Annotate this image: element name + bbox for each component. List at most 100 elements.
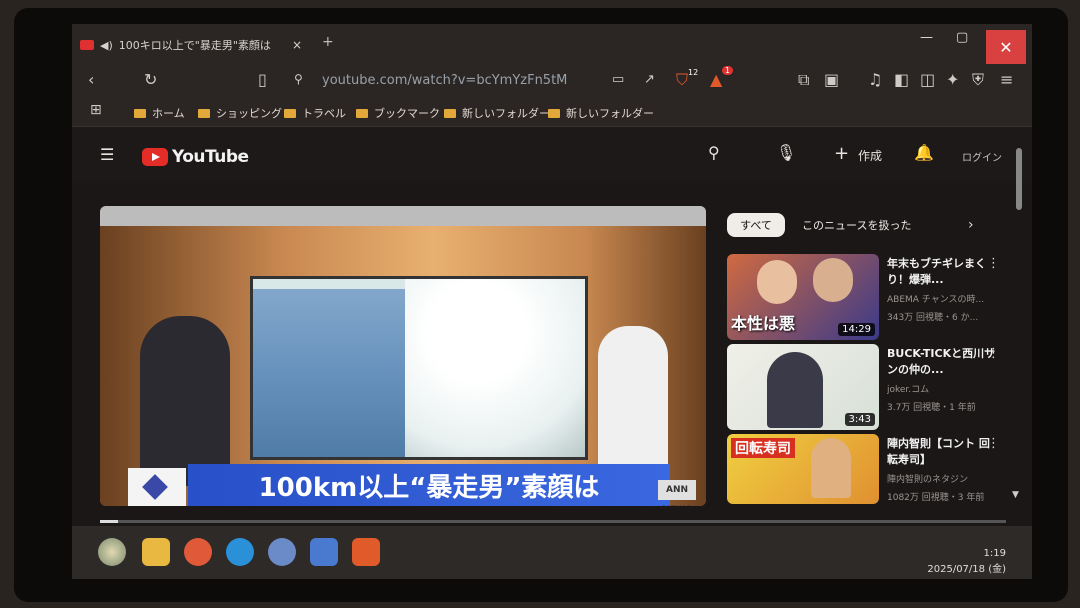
microphone-icon[interactable]: 🎙	[776, 143, 796, 162]
scroll-down-icon[interactable]: ▼	[1012, 490, 1019, 500]
clock-date: 2025/07/18 (金)	[927, 564, 1006, 575]
folder-icon	[134, 108, 146, 118]
settings-icon[interactable]	[268, 538, 296, 566]
studio-monitor	[250, 276, 588, 460]
video-duration: 3:43	[844, 413, 875, 426]
bookmark-folder[interactable]: ブックマーク	[356, 105, 440, 121]
system-clock[interactable]: 1:19 2025/07/18 (金)	[927, 546, 1006, 578]
thumbnail-person	[811, 438, 851, 498]
close-window-button[interactable]: ✕	[986, 30, 1026, 64]
search-icon[interactable]: ⚲	[708, 143, 720, 162]
create-button[interactable]: 作成	[858, 147, 882, 164]
ann-news-logo: ANN NEWS	[658, 480, 696, 506]
video-caption: 100km以上“暴走男”素顔は	[188, 464, 670, 506]
police-footage	[253, 289, 423, 457]
bookmark-label: ホーム	[152, 107, 185, 120]
channel-name[interactable]: ABEMA チャンスの時...	[887, 292, 997, 305]
bookmark-icon[interactable]: ▯	[258, 70, 267, 89]
filter-chip-all[interactable]: すべて	[727, 213, 785, 237]
reload-icon[interactable]: ↻	[144, 70, 157, 89]
vivaldi-icon[interactable]	[184, 538, 212, 566]
cast-icon[interactable]: ▭	[612, 72, 624, 87]
thumbnail-face	[813, 258, 853, 302]
more-options-icon[interactable]: ⋮	[987, 346, 1000, 361]
video-meta: 3.7万 回視聴・1 年前	[887, 403, 976, 413]
menu-icon[interactable]: ≡	[1000, 70, 1013, 89]
page-scrollbar[interactable]	[1016, 148, 1022, 210]
remote-desktop-icon[interactable]	[310, 538, 338, 566]
news-channel-logo	[128, 468, 186, 506]
minimize-button[interactable]: —	[920, 30, 933, 45]
extensions-icon[interactable]: ⧉	[798, 70, 809, 90]
video-title[interactable]: 陣内智則【コント 回転寿司】	[887, 436, 997, 468]
youtube-favicon-icon	[80, 40, 94, 50]
maximize-button[interactable]: ▢	[956, 30, 968, 45]
file-explorer-icon[interactable]	[142, 538, 170, 566]
video-title[interactable]: 年末もブチギレまくり！爆弾...	[887, 256, 997, 288]
bookmark-label: トラベル	[302, 107, 346, 120]
back-icon[interactable]: ‹	[88, 70, 94, 89]
bookmark-label: ショッピング	[216, 107, 282, 120]
recommendation-item[interactable]: 本性は悪 14:29 年末もブチギレまくり！爆弾... ABEMA チャンスの時…	[727, 254, 1017, 342]
tab-title: 100キロ以上で"暴走男"素顔は	[118, 39, 271, 52]
youtube-logo-text: YouTube	[172, 147, 249, 167]
start-button-icon[interactable]	[98, 538, 126, 566]
channel-name[interactable]: joker.コム	[887, 382, 997, 395]
bookmark-folder[interactable]: ショッピング	[198, 105, 282, 121]
brave-browser-icon[interactable]	[352, 538, 380, 566]
youtube-logo[interactable]: YouTube	[142, 147, 249, 167]
channel-name[interactable]: 陣内智則のネタジン	[887, 472, 997, 485]
video-player[interactable]: 100km以上“暴走男”素顔は ANN NEWS	[100, 206, 706, 506]
bookmark-label: ブックマーク	[374, 107, 440, 120]
site-info-icon[interactable]: ⚲	[294, 72, 303, 86]
recommendation-item[interactable]: 3:43 BUCK-TICKと西川サンの仲の... joker.コム 3.7万 …	[727, 344, 1017, 432]
apps-grid-icon[interactable]: ⊞	[90, 102, 102, 118]
folder-icon	[284, 108, 296, 118]
more-options-icon[interactable]: ⋮	[987, 256, 1000, 271]
new-tab-button[interactable]: +	[322, 34, 334, 50]
notifications-bell-icon[interactable]: 🔔	[914, 143, 934, 162]
clock-time: 1:19	[983, 548, 1006, 559]
leo-ai-icon[interactable]: ✦	[946, 70, 959, 89]
thumbnail-overlay-text: 回転寿司	[731, 438, 795, 458]
recommendation-item[interactable]: 回転寿司 陣内智則【コント 回転寿司】 陣内智則のネタジン 1082万 回視聴・…	[727, 434, 1017, 522]
bookmark-folder[interactable]: ホーム	[134, 105, 185, 121]
folder-icon	[548, 108, 560, 118]
filter-chip-related[interactable]: このニュースを扱った	[802, 217, 911, 233]
wallet-icon[interactable]: ▣	[824, 70, 839, 89]
video-thumbnail[interactable]: 回転寿司	[727, 434, 879, 504]
youtube-header: ☰ YouTube ⚲ 🎙 + 作成 🔔 ログイン	[72, 127, 1032, 183]
login-button[interactable]: ログイン	[962, 149, 1002, 164]
browser-tab[interactable]: ◀) 100キロ以上で"暴走男"素顔は ×	[80, 30, 310, 60]
folder-icon	[356, 108, 368, 118]
hamburger-menu-icon[interactable]: ☰	[100, 145, 114, 164]
address-bar[interactable]: youtube.com/watch?v=bcYmYzFn5tM	[322, 73, 567, 88]
taskbar: 1:19 2025/07/18 (金)	[72, 526, 1032, 579]
caption-text: 100km以上“暴走男”素顔は	[258, 472, 600, 503]
downloads-icon[interactable]: ◫	[920, 70, 935, 89]
sidebar-icon[interactable]: ◧	[894, 70, 909, 89]
tab-close-button[interactable]: ×	[292, 38, 302, 52]
chevron-right-icon[interactable]: ›	[968, 217, 974, 233]
video-thumbnail[interactable]: 3:43	[727, 344, 879, 430]
speaker-icon[interactable]: ◀)	[100, 39, 113, 52]
bookmark-label: 新しいフォルダー	[462, 107, 550, 120]
video-duration: 14:29	[838, 323, 875, 336]
bookmark-folder[interactable]: トラベル	[284, 105, 346, 121]
share-icon[interactable]: ↗	[644, 72, 655, 87]
video-thumbnail[interactable]: 本性は悪 14:29	[727, 254, 879, 340]
music-icon[interactable]: ♫	[868, 70, 882, 89]
folder-icon	[444, 108, 456, 118]
brave-shield-icon[interactable]: ⛉	[676, 70, 688, 90]
bookmark-folder[interactable]: 新しいフォルダー	[548, 105, 654, 121]
thumbnail-face	[757, 260, 797, 304]
video-top-strip	[100, 206, 706, 226]
video-title[interactable]: BUCK-TICKと西川サンの仲の...	[887, 346, 997, 378]
bookmark-folder[interactable]: 新しいフォルダー	[444, 105, 550, 121]
create-plus-icon[interactable]: +	[834, 143, 849, 164]
vpn-icon[interactable]: ⛨	[972, 70, 984, 90]
more-options-icon[interactable]: ⋮	[987, 436, 1000, 451]
edge-icon[interactable]	[226, 538, 254, 566]
thumbnail-person	[767, 352, 823, 428]
rewards-icon[interactable]: ▲	[710, 70, 722, 89]
